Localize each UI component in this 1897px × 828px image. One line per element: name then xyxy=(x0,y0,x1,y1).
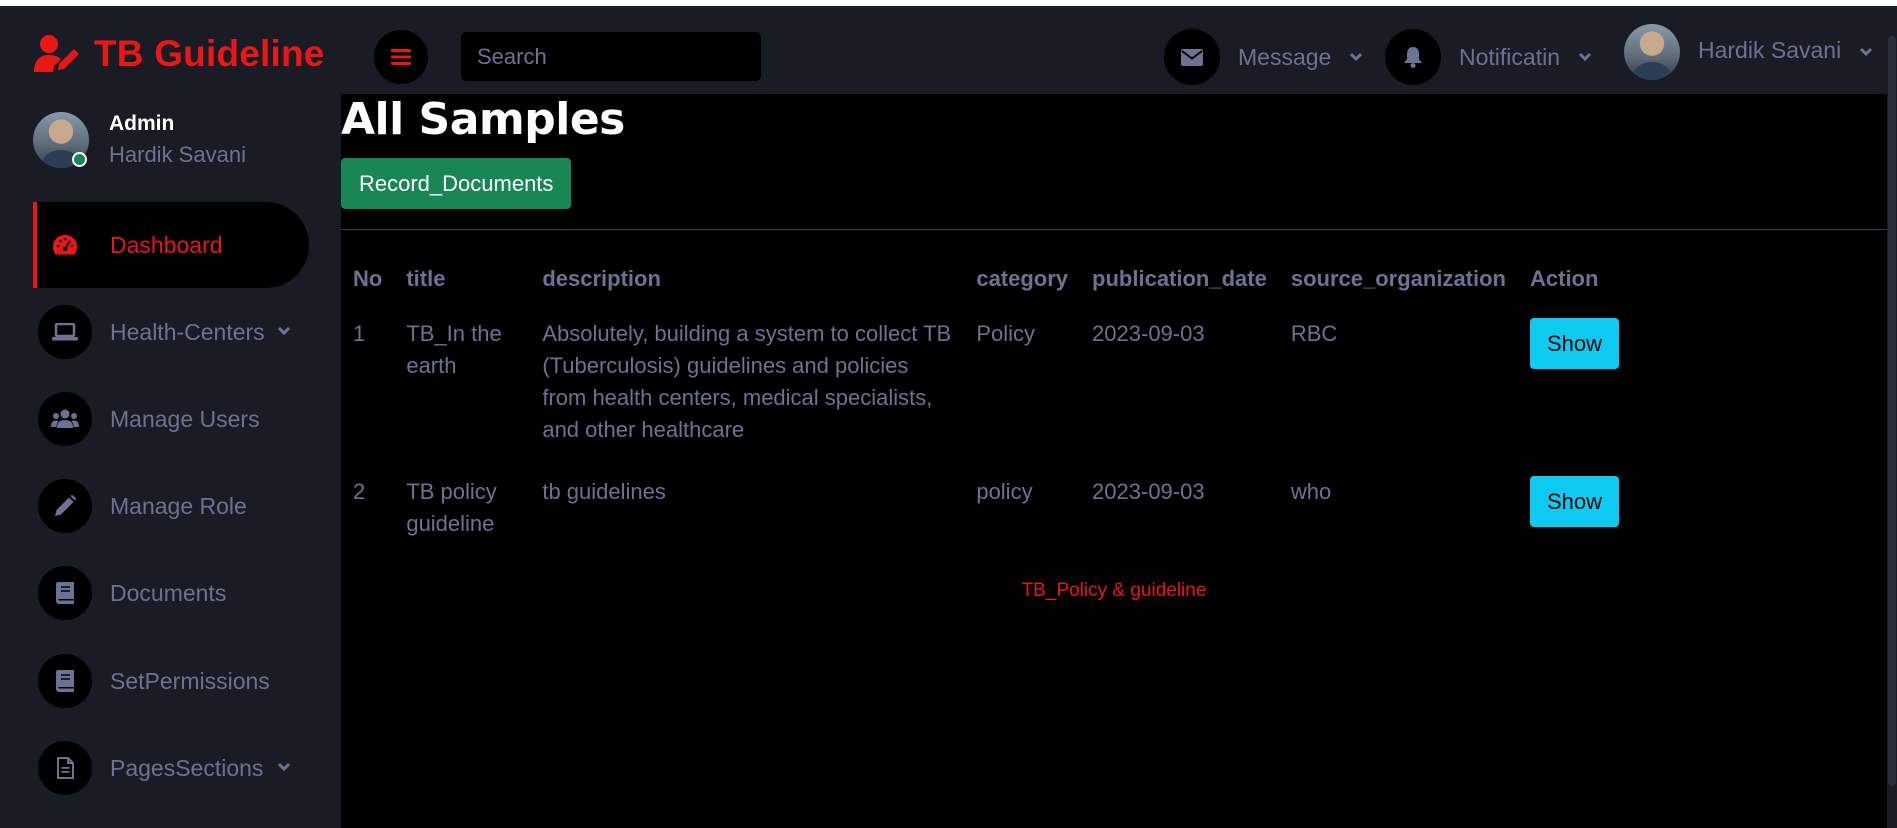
cell-source-organization: RBC xyxy=(1290,321,1338,346)
sidebar-item-label: Documents xyxy=(110,579,227,606)
samples-table: No title description category publicatio… xyxy=(341,254,1638,558)
search-input[interactable] xyxy=(461,32,761,81)
cell-description: Absolutely, building a system to collect… xyxy=(542,321,952,442)
sidebar-item-label: PagesSections xyxy=(110,754,264,781)
sidebar: Admin Hardik Savani Dashboard Health-Cen… xyxy=(0,94,341,828)
column-header-action: Action xyxy=(1530,266,1599,291)
manage-role-icon-wrap xyxy=(38,479,92,533)
notification-dropdown[interactable]: Notificatin xyxy=(1385,28,1596,86)
online-status-dot xyxy=(72,152,87,167)
sidebar-item-label: Manage Users xyxy=(110,405,260,432)
documents-icon-wrap xyxy=(38,566,92,620)
book-icon xyxy=(56,670,74,692)
sidebar-item-label: Health-Centers xyxy=(110,318,265,345)
cell-source-organization: who xyxy=(1290,479,1332,504)
book-icon xyxy=(56,582,74,604)
column-header-no: No xyxy=(353,266,383,291)
cell-publication-date: 2023-09-03 xyxy=(1092,479,1205,504)
pencil-icon xyxy=(55,495,76,516)
cell-no: 2 xyxy=(353,479,366,504)
user-name: Hardik Savani xyxy=(1698,36,1842,63)
sidebar-item-documents[interactable]: Documents xyxy=(33,550,309,636)
table-header-row: No title description category publicatio… xyxy=(341,254,1638,306)
top-navbar: TB Guideline Message Notificatin xyxy=(0,6,1897,94)
sidebar-item-manage-role[interactable]: Manage Role xyxy=(33,463,309,549)
chevron-down-icon xyxy=(277,751,291,778)
scrollbar[interactable] xyxy=(1887,6,1897,828)
cell-title: TB_In the earth xyxy=(406,321,502,378)
bars-icon xyxy=(391,49,411,65)
sidebar-item-setpermissions[interactable]: SetPermissions xyxy=(33,638,309,724)
manage-users-icon-wrap xyxy=(38,392,92,446)
laptop-icon xyxy=(52,323,78,341)
sidebar-item-label: Manage Role xyxy=(110,492,247,519)
user-dropdown[interactable]: Hardik Savani xyxy=(1624,23,1877,81)
cell-action: Show xyxy=(1518,306,1638,464)
column-header-description: description xyxy=(542,266,661,291)
table-row: 2 TB policy guideline tb guidelines poli… xyxy=(341,464,1638,558)
bell-icon xyxy=(1404,46,1422,68)
message-dropdown[interactable]: Message xyxy=(1164,28,1367,86)
users-icon xyxy=(51,409,79,428)
cell-category: policy xyxy=(976,479,1033,504)
sidebar-profile: Admin Hardik Savani xyxy=(33,112,246,168)
message-label: Message xyxy=(1238,43,1332,70)
cell-category: Policy xyxy=(976,321,1036,346)
cell-publication-date: 2023-09-03 xyxy=(1092,321,1205,346)
divider xyxy=(341,229,1887,230)
cell-description: tb guidelines xyxy=(542,479,666,504)
show-button[interactable]: Show xyxy=(1530,476,1620,527)
cell-no: 1 xyxy=(353,321,366,346)
envelope-icon xyxy=(1181,48,1203,66)
sidebar-item-health-centers[interactable]: Health-Centers xyxy=(33,289,309,375)
notification-icon-wrap xyxy=(1385,29,1441,85)
chevron-down-icon xyxy=(1859,43,1877,61)
cell-title: TB policy guideline xyxy=(406,479,497,536)
brand-name: TB Guideline xyxy=(94,33,325,74)
pagessections-icon-wrap xyxy=(38,741,92,795)
user-edit-icon xyxy=(34,35,79,72)
sidebar-item-pagessections[interactable]: PagesSections xyxy=(33,725,309,811)
column-header-category: category xyxy=(976,266,1069,291)
main-content: All Samples Record_Documents No title de… xyxy=(341,94,1887,828)
avatar xyxy=(1624,24,1680,80)
column-header-source-organization: source_organization xyxy=(1290,266,1506,291)
cell-action: Show xyxy=(1518,464,1638,558)
footer-text: TB_Policy & guideline xyxy=(1021,580,1207,601)
profile-name: Hardik Savani xyxy=(109,142,246,167)
column-header-publication-date: publication_date xyxy=(1092,266,1267,291)
sidebar-item-dashboard[interactable]: Dashboard xyxy=(33,202,309,288)
sidebar-item-label: SetPermissions xyxy=(110,667,270,694)
tachometer-icon xyxy=(53,235,77,255)
setpermissions-icon-wrap xyxy=(38,654,92,708)
health-centers-icon-wrap xyxy=(38,305,92,359)
show-button[interactable]: Show xyxy=(1530,318,1620,369)
record-documents-button[interactable]: Record_Documents xyxy=(341,158,572,209)
brand[interactable]: TB Guideline xyxy=(32,32,325,76)
profile-role: Admin xyxy=(109,112,175,135)
sidebar-toggle-button[interactable] xyxy=(374,30,428,84)
table-row: 1 TB_In the earth Absolutely, building a… xyxy=(341,306,1638,464)
message-icon-wrap xyxy=(1164,29,1220,85)
dashboard-icon-wrap xyxy=(38,218,92,272)
chevron-down-icon xyxy=(1578,48,1596,66)
page-title: All Samples xyxy=(341,94,625,145)
sidebar-item-manage-users[interactable]: Manage Users xyxy=(33,376,309,462)
column-header-title: title xyxy=(406,266,446,291)
sidebar-item-label: Dashboard xyxy=(110,231,223,258)
scrollbar-thumb[interactable] xyxy=(1888,36,1896,786)
chevron-down-icon xyxy=(1349,48,1367,66)
notification-label: Notificatin xyxy=(1459,43,1560,70)
chevron-down-icon xyxy=(277,315,291,342)
file-alt-icon xyxy=(56,757,74,779)
